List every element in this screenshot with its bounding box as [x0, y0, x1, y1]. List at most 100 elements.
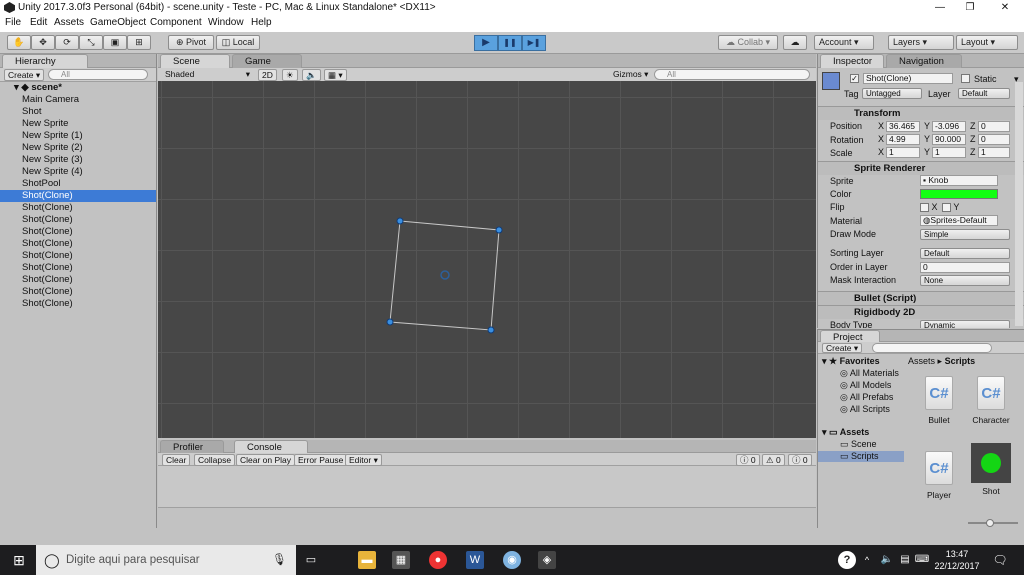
active-checkbox[interactable]: ✓ [850, 74, 859, 83]
rigidbody-header[interactable]: Rigidbody 2D [818, 305, 1024, 319]
color-swatch[interactable] [920, 189, 998, 199]
volume-icon[interactable]: 🔈 [878, 551, 896, 569]
sprite-renderer-header[interactable]: Sprite Renderer [818, 161, 1024, 175]
hierarchy-item[interactable]: ShotPool [0, 178, 156, 190]
account-dropdown[interactable]: Account ▾ [814, 35, 874, 50]
pause-button[interactable]: ❚❚ [498, 35, 522, 51]
favorites-item[interactable]: ◎ All Scripts [840, 404, 890, 415]
unity-taskbar-icon[interactable]: ◈ [538, 551, 556, 569]
console-warning-count[interactable]: ⚠ 0 [762, 454, 785, 466]
tab-hierarchy[interactable]: Hierarchy [2, 54, 88, 68]
layers-dropdown[interactable]: Layers ▾ [888, 35, 954, 50]
hierarchy-item[interactable]: New Sprite [0, 118, 156, 130]
inspector-scrollbar[interactable] [1015, 82, 1023, 326]
taskbar-search[interactable]: ◯ Digite aqui para pesquisar 🎙 [36, 545, 296, 575]
sorting-layer-dropdown[interactable]: Default [920, 248, 1010, 259]
clear-on-play-button[interactable]: Clear on Play [236, 454, 296, 466]
menu-window[interactable]: Window [208, 17, 244, 28]
rect-handle[interactable] [396, 217, 404, 225]
hierarchy-search-input[interactable]: All [48, 69, 148, 80]
scene-search-input[interactable]: All [654, 69, 810, 80]
menu-edit[interactable]: Edit [30, 17, 47, 28]
rect-handle[interactable] [495, 226, 503, 234]
favorites-item[interactable]: ◎ All Models [840, 380, 891, 391]
favorites-item[interactable]: ◎ All Materials [840, 368, 899, 379]
tab-scene[interactable]: Scene [160, 54, 230, 68]
tab-project[interactable]: Project [820, 330, 880, 343]
tab-console[interactable]: Console [234, 440, 308, 454]
hierarchy-item[interactable]: Shot(Clone) [0, 238, 156, 250]
microphone-icon[interactable]: 🎙 [272, 545, 287, 575]
console-clear-button[interactable]: Clear [162, 454, 191, 466]
layout-dropdown[interactable]: Layout ▾ [956, 35, 1018, 50]
file-explorer-icon[interactable]: ▬ [358, 551, 376, 569]
body-type-dropdown[interactable]: Dynamic [920, 320, 1010, 328]
tab-navigation[interactable]: Navigation [886, 54, 962, 68]
console-editor-dropdown[interactable]: Editor ▾ [345, 454, 382, 466]
error-pause-button[interactable]: Error Pause [294, 454, 348, 466]
windows-start-icon[interactable]: ⊞ [10, 551, 28, 569]
hierarchy-item[interactable]: Shot [0, 106, 156, 118]
flip-x-toggle[interactable]: X [920, 202, 938, 213]
scene-folder[interactable]: ▭ Scene [840, 439, 877, 450]
scale-tool-icon[interactable]: ⤡ [79, 35, 103, 50]
breadcrumb-scripts[interactable]: Scripts [945, 356, 976, 366]
move-tool-icon[interactable]: ✥ [31, 35, 55, 50]
app-icon[interactable]: ◉ [503, 551, 521, 569]
console-info-count[interactable]: ⓘ 0 [736, 454, 760, 466]
hierarchy-item[interactable]: Shot(Clone) [0, 214, 156, 226]
flip-y-toggle[interactable]: Y [942, 202, 959, 213]
hierarchy-item[interactable]: Shot(Clone) [0, 226, 156, 238]
step-button[interactable]: ▶❚ [522, 35, 546, 51]
favorites-folder[interactable]: ▾ ★ Favorites [822, 356, 880, 367]
hierarchy-item[interactable]: Shot(Clone) [0, 190, 156, 202]
close-button[interactable]: ✕ [990, 0, 1020, 16]
task-view-icon[interactable]: ▭ [302, 551, 320, 569]
menu-file[interactable]: File [5, 17, 21, 28]
help-icon[interactable]: ? [838, 551, 856, 569]
scripts-folder[interactable]: ▭ Scripts [818, 451, 904, 462]
tab-inspector[interactable]: Inspector [820, 54, 884, 68]
menu-component[interactable]: Component [150, 17, 202, 28]
asset-character[interactable]: C# Character [968, 376, 1014, 425]
hierarchy-item[interactable]: Shot(Clone) [0, 262, 156, 274]
menu-gameobject[interactable]: GameObject [90, 17, 146, 28]
console-error-count[interactable]: ⓘ 0 [788, 454, 812, 466]
tag-dropdown[interactable]: Untagged [862, 88, 922, 99]
hierarchy-item[interactable]: Shot(Clone) [0, 298, 156, 310]
hierarchy-item[interactable]: New Sprite (1) [0, 130, 156, 142]
transform-rot-z-field[interactable]: 0 [978, 134, 1010, 145]
pivot-toggle[interactable]: ⊕ Pivot [168, 35, 214, 50]
console-collapse-button[interactable]: Collapse [194, 454, 236, 466]
sprite-field[interactable]: ▪ Knob [920, 175, 998, 186]
draw-mode-dropdown[interactable]: Simple [920, 229, 1010, 240]
lighting-icon[interactable]: ☀ [282, 69, 298, 81]
transform-scl-x-field[interactable]: 1 [886, 147, 920, 158]
transform-rot-y-field[interactable]: 90.000 [932, 134, 966, 145]
menu-help[interactable]: Help [251, 17, 272, 28]
mode-2d-toggle[interactable]: 2D [258, 69, 277, 81]
transform-pos-z-field[interactable]: 0 [978, 121, 1010, 132]
scene-root[interactable]: ▾ ◆ scene* [0, 82, 156, 94]
static-checkbox[interactable] [961, 74, 970, 83]
maximize-button[interactable]: ❐ [955, 0, 985, 16]
hierarchy-item[interactable]: New Sprite (3) [0, 154, 156, 166]
hierarchy-item[interactable]: New Sprite (4) [0, 166, 156, 178]
collab-dropdown[interactable]: ☁ Collab ▾ [718, 35, 778, 50]
taskbar-clock[interactable]: 13:47 22/12/2017 [934, 548, 980, 572]
rect-handle[interactable] [487, 326, 495, 334]
favorites-item[interactable]: ◎ All Prefabs [840, 392, 893, 403]
play-button[interactable]: ▶ [474, 35, 498, 51]
scene-viewport[interactable] [158, 81, 816, 438]
transform-scl-y-field[interactable]: 1 [932, 147, 966, 158]
shading-dropdown[interactable]: Shaded ▾ [162, 69, 252, 81]
hierarchy-item[interactable]: New Sprite (2) [0, 142, 156, 154]
transform-header[interactable]: Transform [818, 106, 1024, 120]
zoom-slider-thumb[interactable] [986, 519, 994, 527]
material-field[interactable]: ◍Sprites-Default [920, 215, 998, 226]
rotate-tool-icon[interactable]: ⟳ [55, 35, 79, 50]
assets-folder[interactable]: ▾ ▭ Assets [822, 427, 869, 438]
hand-tool-icon[interactable]: ✋ [7, 35, 31, 50]
hierarchy-item[interactable]: Shot(Clone) [0, 274, 156, 286]
object-name-field[interactable]: Shot(Clone) [863, 73, 953, 84]
